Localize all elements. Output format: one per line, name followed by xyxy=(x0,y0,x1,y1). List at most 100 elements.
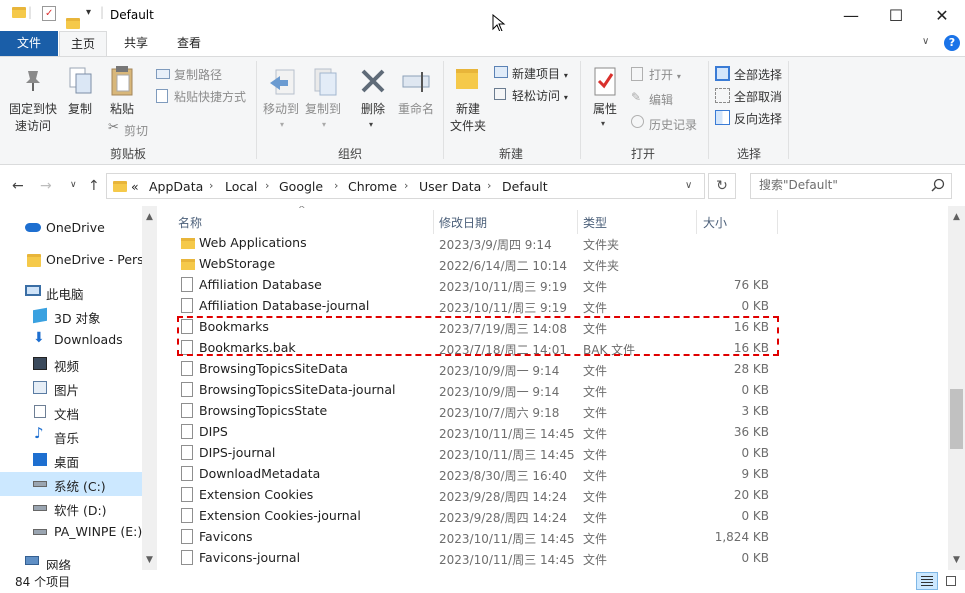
copy-to-button[interactable]: 复制到 xyxy=(302,101,344,118)
table-row[interactable]: Favicons 2023/10/11/周三 14:45 文件 1,824 KB xyxy=(175,526,775,547)
table-row[interactable]: BrowsingTopicsSiteData-journal 2023/10/9/… xyxy=(175,379,775,400)
properties-button[interactable]: 属性 xyxy=(588,101,622,118)
column-header-date[interactable]: 修改日期 xyxy=(439,214,487,231)
breadcrumb-separator-icon[interactable]: › xyxy=(404,179,408,192)
new-folder-button[interactable]: 新建 文件夹 xyxy=(446,101,490,135)
pin-quick-access-button[interactable]: 固定到快 速访问 xyxy=(4,101,62,135)
edit-button[interactable]: 编辑 xyxy=(649,91,673,108)
breadcrumb-default[interactable]: Default xyxy=(502,179,548,194)
delete-button[interactable]: 删除 xyxy=(354,101,392,118)
nav-item-network[interactable]: 网络 xyxy=(0,552,142,573)
search-box[interactable] xyxy=(750,173,952,199)
nav-item-desktop[interactable]: 桌面 xyxy=(0,448,142,472)
table-row[interactable]: DownloadMetadata 2023/8/30/周三 16:40 文件 9 KB xyxy=(175,463,775,484)
nav-scrollbar[interactable]: ▲ ▼ xyxy=(142,206,157,570)
file-name: Web Applications xyxy=(199,235,307,250)
column-header-name[interactable]: 名称 xyxy=(178,214,202,231)
table-row[interactable]: Favicons-journal 2023/10/11/周三 14:45 文件 0 K… xyxy=(175,547,775,568)
nav-item-videos[interactable]: 视频 xyxy=(0,352,142,376)
select-all-button[interactable]: 全部选择 xyxy=(734,66,782,83)
breadcrumb-chrome[interactable]: Chrome xyxy=(348,179,397,194)
details-view-icon[interactable] xyxy=(916,572,938,590)
table-row[interactable]: BrowsingTopicsSiteData 2023/10/9/周一 9:14 文… xyxy=(175,358,775,379)
breadcrumb-separator-icon[interactable]: › xyxy=(209,179,213,192)
cut-button[interactable]: 剪切 xyxy=(124,122,148,139)
nav-item-pictures[interactable]: 图片 xyxy=(0,376,142,400)
scroll-down-arrow-icon[interactable]: ▼ xyxy=(142,553,157,568)
new-item-button[interactable]: 新建项目 ▾ xyxy=(512,65,568,82)
select-none-button[interactable]: 全部取消 xyxy=(734,88,782,105)
close-button[interactable]: ✕ xyxy=(919,0,965,31)
back-arrow-icon[interactable]: ← xyxy=(12,178,24,194)
nav-item-3d-objects[interactable]: 3D 对象 xyxy=(0,304,142,328)
table-row[interactable]: BrowsingTopicsState 2023/10/7/周六 9:18 文件 3 … xyxy=(175,400,775,421)
copy-button[interactable]: 复制 xyxy=(64,101,96,118)
nav-item-downloads[interactable]: ⬇ Downloads xyxy=(0,328,142,352)
breadcrumb-separator-icon[interactable]: › xyxy=(265,179,269,192)
column-divider[interactable] xyxy=(577,210,578,234)
nav-item-drive-e[interactable]: PA_WINPE (E:) xyxy=(0,520,142,544)
nav-item-documents[interactable]: 文档 xyxy=(0,400,142,424)
breadcrumb-local[interactable]: Local xyxy=(225,179,257,194)
maximize-button[interactable]: ☐ xyxy=(873,0,919,31)
customize-toolbar-chevron-down-icon[interactable]: ▾ xyxy=(86,7,91,18)
nav-item-onedrive[interactable]: OneDrive xyxy=(0,216,142,240)
column-header-type[interactable]: 类型 xyxy=(583,214,607,231)
up-arrow-icon[interactable]: ↑ xyxy=(88,178,100,194)
breadcrumb-appdata[interactable]: AppData xyxy=(149,179,203,194)
nav-item-onedrive-personal[interactable]: OneDrive - Perso xyxy=(0,248,142,272)
column-divider[interactable] xyxy=(777,210,778,234)
nav-item-music[interactable]: ♪ 音乐 xyxy=(0,424,142,448)
large-icons-view-icon[interactable] xyxy=(940,572,962,590)
column-header-size[interactable]: 大小 xyxy=(703,214,727,231)
tab-file[interactable]: 文件 xyxy=(0,31,58,56)
nav-item-drive-c[interactable]: 系统 (C:) xyxy=(0,472,142,496)
search-icon[interactable] xyxy=(931,178,945,195)
move-to-button[interactable]: 移动到 xyxy=(260,101,302,118)
recent-locations-chevron-down-icon[interactable]: ∨ xyxy=(70,180,77,190)
rename-button[interactable]: 重命名 xyxy=(394,101,438,118)
column-divider[interactable] xyxy=(433,210,434,234)
tab-view[interactable]: 查看 xyxy=(165,31,213,56)
scroll-down-arrow-icon[interactable]: ▼ xyxy=(949,553,964,568)
table-row[interactable]: Affiliation Database-journal 2023/10/11/周… xyxy=(175,295,775,316)
refresh-icon[interactable]: ↻ xyxy=(708,173,736,199)
breadcrumb-google[interactable]: Google xyxy=(279,179,323,194)
history-button[interactable]: 历史记录 xyxy=(649,116,697,133)
invert-selection-button[interactable]: 反向选择 xyxy=(734,110,782,127)
new-folder-icon[interactable] xyxy=(66,18,80,29)
tab-share[interactable]: 共享 xyxy=(112,31,160,56)
paste-button[interactable]: 粘贴 xyxy=(106,101,138,118)
scroll-up-arrow-icon[interactable]: ▲ xyxy=(142,210,157,225)
nav-item-drive-d[interactable]: 软件 (D:) xyxy=(0,496,142,520)
properties-icon[interactable]: ✓ xyxy=(42,6,56,21)
open-button[interactable]: 打开 ▾ xyxy=(649,66,681,83)
breadcrumb-user-data[interactable]: User Data xyxy=(419,179,481,194)
tab-home[interactable]: 主页 xyxy=(59,31,107,57)
table-row[interactable]: Extension Cookies 2023/9/28/周四 14:24 文件 20 … xyxy=(175,484,775,505)
table-row[interactable]: Affiliation Database 2023/10/11/周三 9:19 文件… xyxy=(175,274,775,295)
collapse-ribbon-chevron-icon[interactable]: ∨ xyxy=(922,36,929,47)
table-row[interactable]: Extension Cookies-journal 2023/9/28/周四 14… xyxy=(175,505,775,526)
breadcrumb-overflow[interactable]: « xyxy=(131,179,139,194)
table-row[interactable]: DIPS 2023/10/11/周三 14:45 文件 36 KB xyxy=(175,421,775,442)
help-icon[interactable]: ? xyxy=(944,35,960,51)
scroll-up-arrow-icon[interactable]: ▲ xyxy=(949,210,964,225)
file-list-scrollbar[interactable]: ▲ ▼ xyxy=(948,206,965,570)
breadcrumb-separator-icon[interactable]: › xyxy=(487,179,491,192)
minimize-button[interactable]: — xyxy=(828,0,874,31)
search-input[interactable] xyxy=(759,178,919,192)
address-history-chevron-down-icon[interactable]: ∨ xyxy=(685,180,692,191)
easy-access-button[interactable]: 轻松访问 ▾ xyxy=(512,87,568,104)
address-bar[interactable]: « AppData › Local › Google › Chrome › Us… xyxy=(106,173,705,199)
breadcrumb-separator-icon[interactable]: › xyxy=(334,179,338,192)
table-row[interactable]: DIPS-journal 2023/10/11/周三 14:45 文件 0 KB xyxy=(175,442,775,463)
paste-shortcut-button[interactable]: 粘贴快捷方式 xyxy=(174,88,246,105)
table-row[interactable]: WebStorage 2022/6/14/周二 10:14 文件夹 xyxy=(175,253,775,274)
forward-arrow-icon[interactable]: → xyxy=(40,178,52,194)
nav-item-this-pc[interactable]: 此电脑 xyxy=(0,280,142,304)
scrollbar-thumb[interactable] xyxy=(950,389,963,449)
table-row[interactable]: Web Applications 2023/3/9/周四 9:14 文件夹 xyxy=(175,232,775,253)
column-divider[interactable] xyxy=(696,210,697,234)
copy-path-button[interactable]: 复制路径 xyxy=(174,66,222,83)
